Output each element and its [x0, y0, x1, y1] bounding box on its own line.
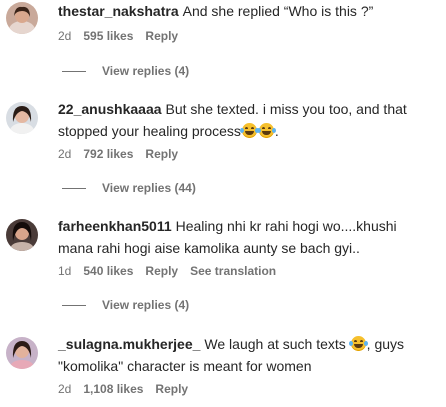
face-with-tears-of-joy-icon: [256, 123, 276, 138]
comment-meta: 2d 595 likes Reply: [58, 28, 178, 44]
divider-line: [62, 187, 86, 189]
comment-time[interactable]: 1d: [58, 264, 71, 278]
comment-body: And she replied “Who is this ?”: [182, 3, 374, 19]
comment-meta: 2d 792 likes Reply: [58, 146, 178, 162]
comment-text: thestar_nakshatra And she replied “Who is…: [58, 0, 434, 22]
comment-time[interactable]: 2d: [58, 29, 71, 43]
comment-text: _sulagna.mukherjee_ We laugh at such text…: [58, 333, 434, 377]
comment-text: farheenkhan5011 Healing nhi kr rahi hogi …: [58, 215, 434, 259]
view-replies-label: View replies (4): [102, 64, 190, 78]
divider-line: [62, 70, 86, 72]
view-replies-label: View replies (4): [102, 298, 190, 312]
face-with-tears-of-joy-icon: [348, 336, 368, 351]
comment-username[interactable]: 22_anushkaaaa: [58, 101, 162, 117]
comment-body: We laugh at such texts: [204, 336, 346, 352]
reply-button[interactable]: Reply: [145, 29, 178, 43]
reply-button[interactable]: Reply: [155, 382, 188, 396]
avatar[interactable]: [6, 219, 38, 251]
comment-meta: 2d 1,108 likes Reply: [58, 381, 188, 397]
comment-meta: 1d 540 likes Reply See translation: [58, 263, 276, 279]
avatar[interactable]: [6, 337, 38, 369]
comment-time[interactable]: 2d: [58, 382, 71, 396]
reply-button[interactable]: Reply: [145, 264, 178, 278]
comment-likes[interactable]: 540 likes: [83, 264, 133, 278]
comment-username[interactable]: farheenkhan5011: [58, 218, 172, 234]
avatar[interactable]: [6, 2, 38, 34]
view-replies-button[interactable]: View replies (4): [62, 64, 189, 78]
comment-username[interactable]: thestar_nakshatra: [58, 3, 179, 19]
comment-username[interactable]: _sulagna.mukherjee_: [58, 336, 200, 352]
comment-likes[interactable]: 595 likes: [83, 29, 133, 43]
comment-text: 22_anushkaaaa But she texted. i miss you …: [58, 98, 434, 142]
view-replies-label: View replies (44): [102, 181, 196, 195]
comment-likes[interactable]: 1,108 likes: [83, 382, 143, 396]
reply-button[interactable]: Reply: [145, 147, 178, 161]
comment-likes[interactable]: 792 likes: [83, 147, 133, 161]
view-replies-button[interactable]: View replies (4): [62, 298, 189, 312]
divider-line: [62, 304, 86, 306]
view-replies-button[interactable]: View replies (44): [62, 181, 196, 195]
face-with-tears-of-joy-icon: [239, 123, 259, 138]
avatar[interactable]: [6, 102, 38, 134]
comment-time[interactable]: 2d: [58, 147, 71, 161]
see-translation-button[interactable]: See translation: [190, 264, 276, 278]
